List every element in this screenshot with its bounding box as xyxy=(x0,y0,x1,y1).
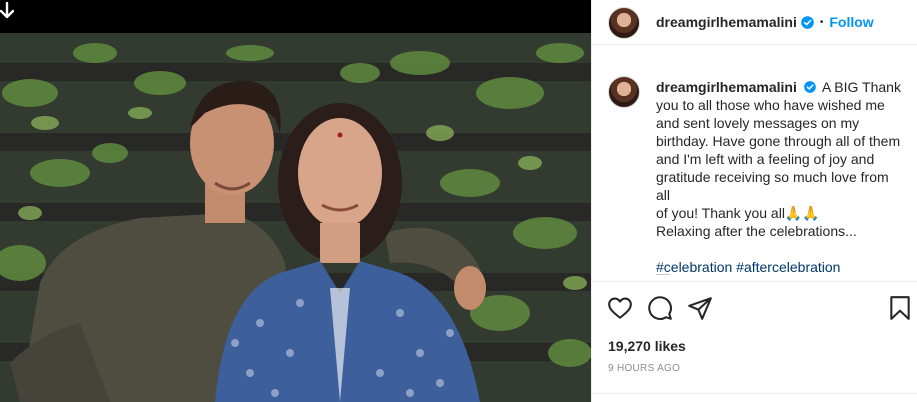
post-timestamp[interactable]: 9 HOURS AGO xyxy=(608,363,680,374)
hashtag-link[interactable]: #celebration xyxy=(656,259,732,275)
post-side-panel: dreamgirlhemamalini • Follow dreamgirlhe… xyxy=(591,0,917,402)
verified-badge-icon xyxy=(803,81,816,93)
avatar[interactable] xyxy=(608,7,640,39)
caption-text-line: and I'm left with a feeling of joy and xyxy=(656,151,875,167)
arrow-down-icon[interactable] xyxy=(0,2,14,20)
caption-text-line: gratitude receiving so much love from al… xyxy=(656,169,889,203)
next-comment-peek xyxy=(656,274,670,278)
post-photo[interactable] xyxy=(0,0,591,402)
comments-area: dreamgirlhemamalini A BIG Thank you to a… xyxy=(592,70,917,280)
hashtag-link[interactable]: #aftercelebration xyxy=(736,259,840,275)
separator-dot: • xyxy=(819,16,824,28)
hashtag-line: #celebration #aftercelebration xyxy=(656,258,906,276)
add-comment-section xyxy=(592,393,917,402)
caption-avatar[interactable] xyxy=(608,76,640,108)
username-link[interactable]: dreamgirlhemamalini xyxy=(656,14,797,30)
likes-count[interactable]: 19,270 likes xyxy=(608,338,686,354)
caption-first-line: dreamgirlhemamalini A BIG Thank xyxy=(656,78,906,96)
caption-text-line: Relaxing after the celebrations... xyxy=(656,223,857,239)
caption-text-line: of you! Thank you all🙏🙏 xyxy=(656,205,820,221)
post-actions: 19,270 likes 9 HOURS AGO xyxy=(592,281,917,401)
verified-badge-icon xyxy=(801,15,814,29)
post-caption: dreamgirlhemamalini A BIG Thank you to a… xyxy=(656,78,906,276)
header-user-line: dreamgirlhemamalini • Follow xyxy=(656,14,874,30)
photo-top-bar xyxy=(0,0,591,33)
follow-button[interactable]: Follow xyxy=(829,14,873,30)
photo-image xyxy=(0,33,591,402)
caption-text-line: birthday. Have gone through all of them xyxy=(656,133,901,149)
caption-username-link[interactable]: dreamgirlhemamalini xyxy=(656,79,797,95)
caption-text-line: A BIG Thank xyxy=(821,79,901,95)
caption-text-line: and sent lovely messages on my xyxy=(656,115,860,131)
post-header: dreamgirlhemamalini • Follow xyxy=(592,0,917,45)
heart-icon[interactable] xyxy=(607,295,633,321)
caption-text-line: you to all those who have wished me xyxy=(656,97,885,113)
paper-plane-icon[interactable] xyxy=(687,295,713,321)
comment-bubble-icon[interactable] xyxy=(647,295,673,321)
bookmark-icon[interactable] xyxy=(887,295,913,321)
